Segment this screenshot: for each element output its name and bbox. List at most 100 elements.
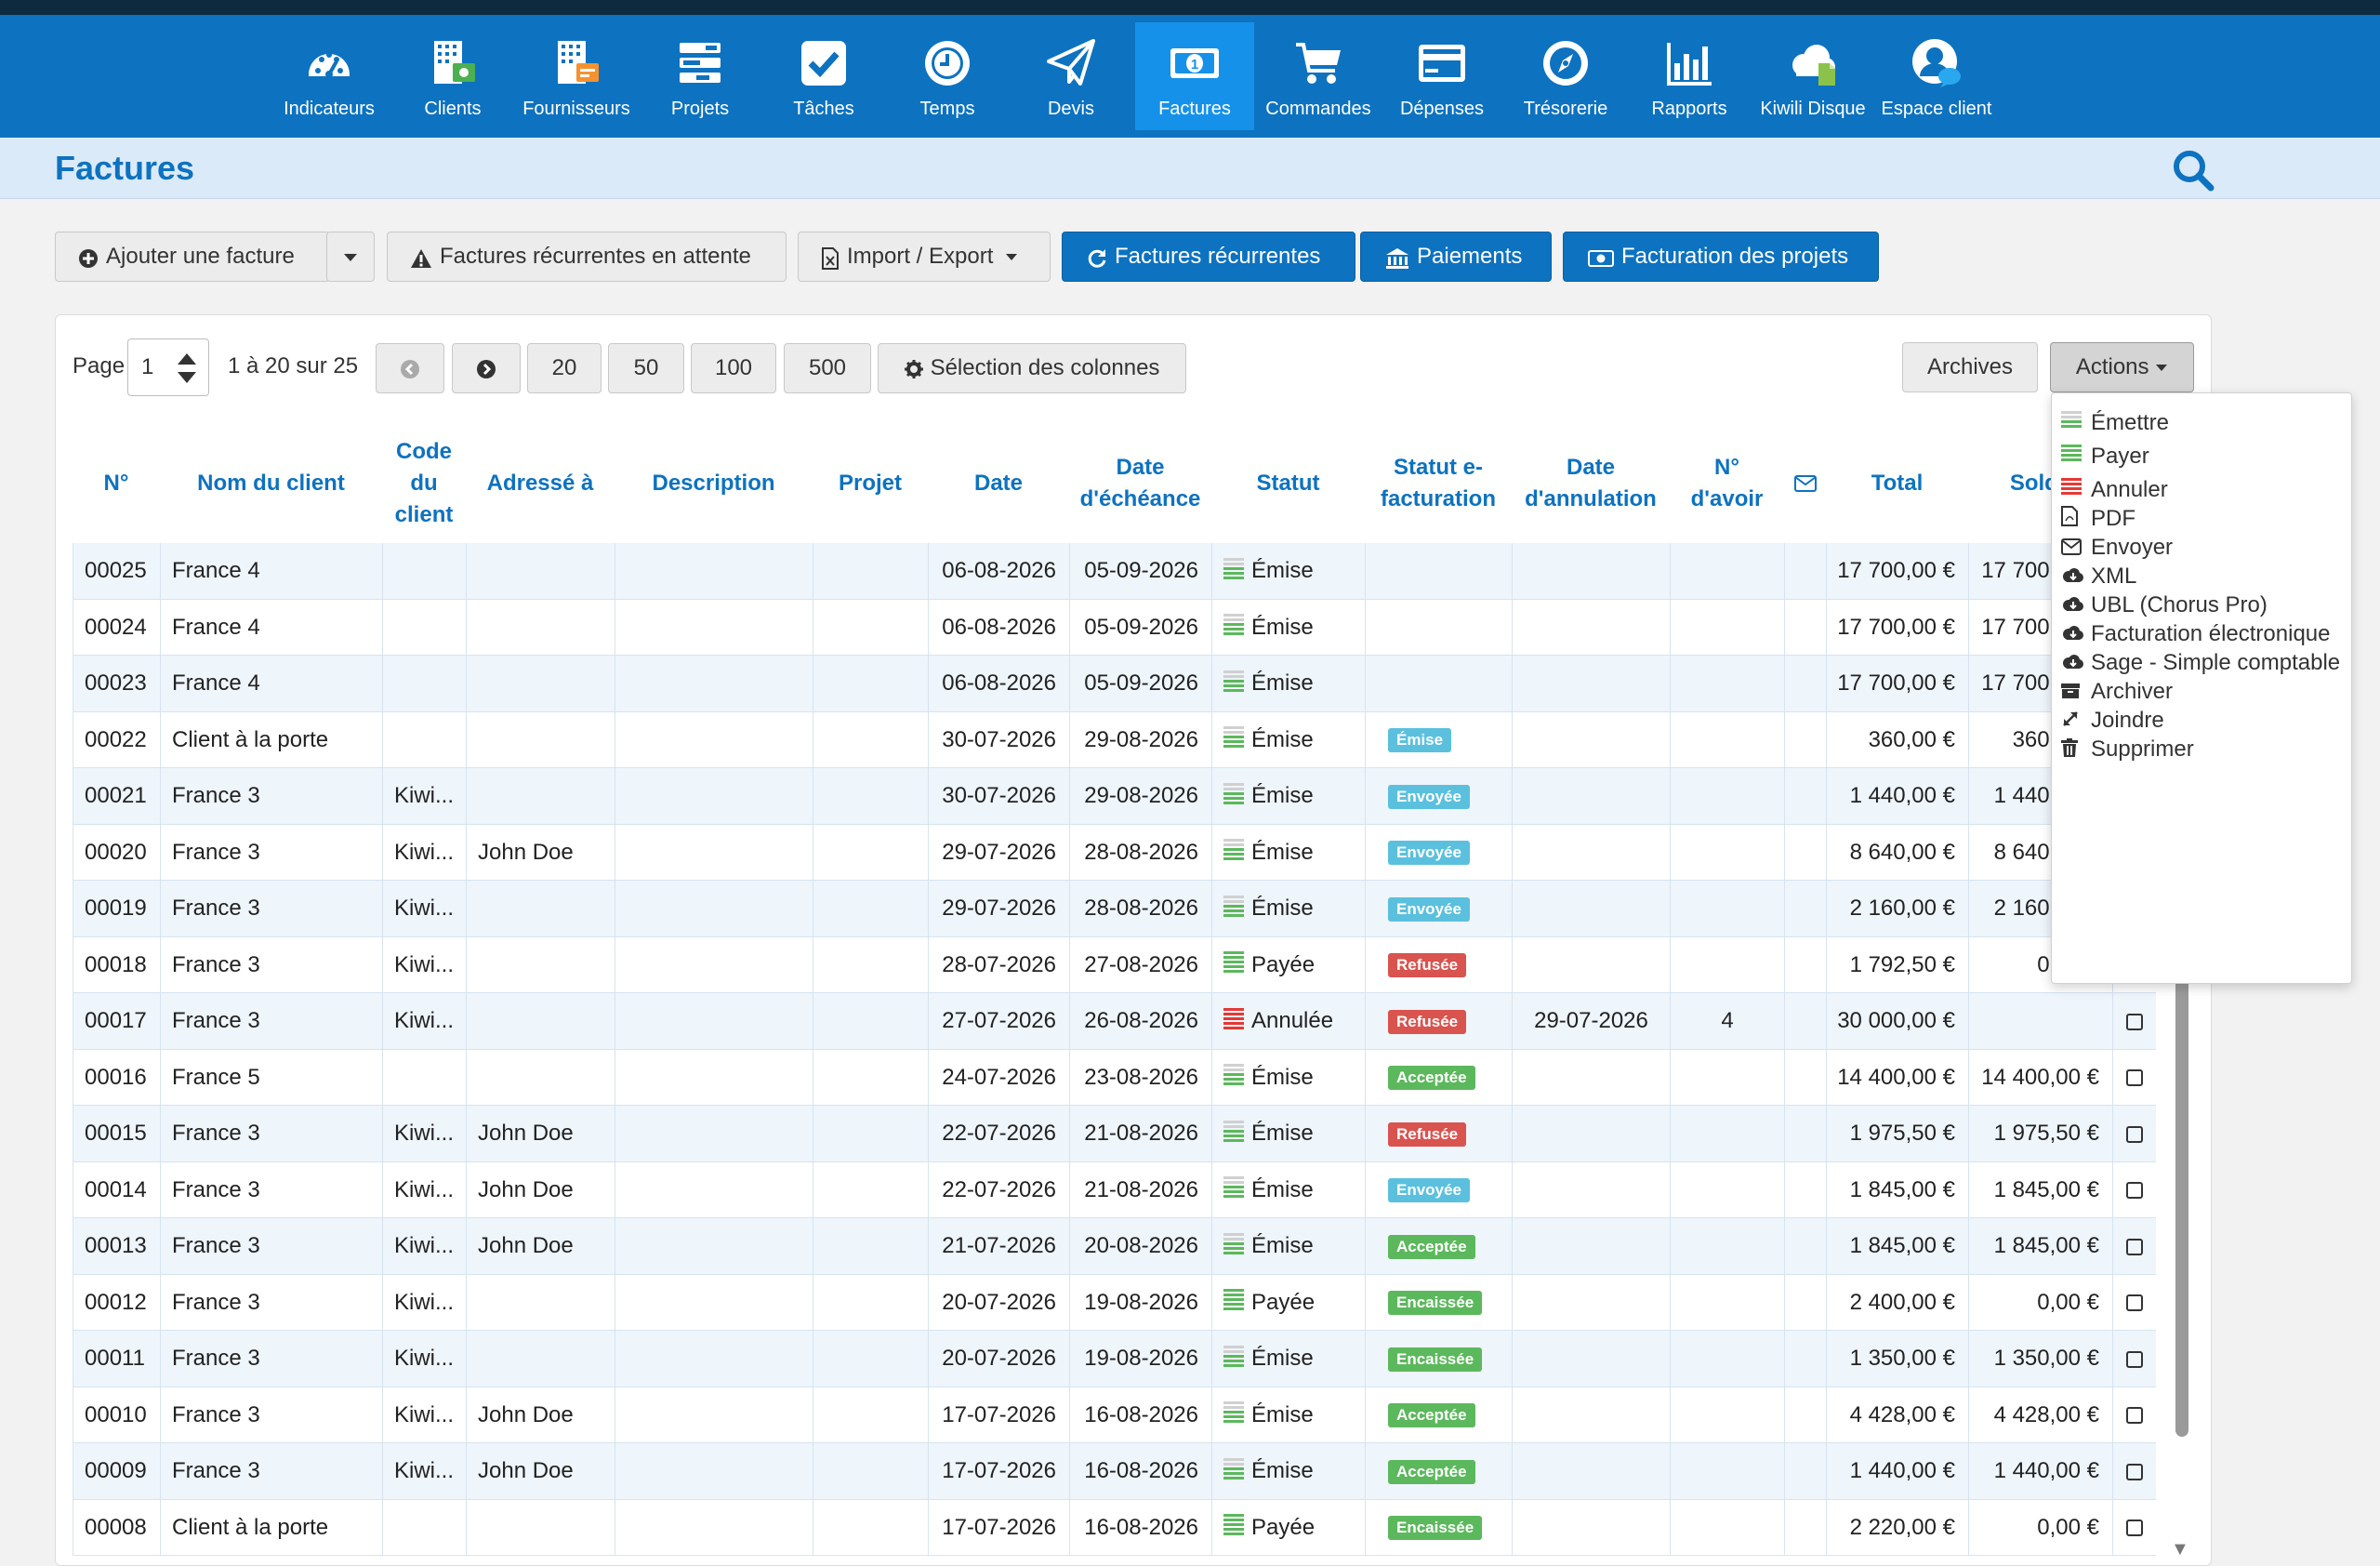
- cell-cancel-date: [1512, 936, 1670, 993]
- row-checkbox[interactable]: [2126, 1069, 2143, 1087]
- table-row[interactable]: 00015 France 3 Kiwi... John Doe 22-07-2026 21…: [73, 1106, 2156, 1162]
- column-selection-button[interactable]: Sélection des colonnes: [878, 343, 1186, 393]
- table-row[interactable]: 00016 France 5 24-07-2026 23-08-2026 Émise Ac…: [73, 1049, 2156, 1106]
- table-row[interactable]: 00018 France 3 Kiwi... 28-07-2026 27-08-2026…: [73, 936, 2156, 993]
- prev-page-button[interactable]: [376, 343, 444, 393]
- cell-select[interactable]: [2112, 1049, 2156, 1106]
- table-row[interactable]: 00009 France 3 Kiwi... John Doe 17-07-2026 16…: [73, 1443, 2156, 1500]
- row-checkbox[interactable]: [2126, 1125, 2143, 1143]
- table-row[interactable]: 00023 France 4 06-08-2026 05-09-2026 Émise 17…: [73, 656, 2156, 712]
- nav-rapports[interactable]: Rapports: [1630, 22, 1749, 130]
- page-stepper-icon[interactable]: [175, 350, 199, 387]
- table-row[interactable]: 00022 Client à la porte 30-07-2026 29-08-20…: [73, 711, 2156, 768]
- scroll-down-arrow-icon[interactable]: ▼: [2171, 1539, 2189, 1560]
- table-row[interactable]: 00025 France 4 06-08-2026 05-09-2026 Émise 17…: [73, 543, 2156, 600]
- nav-clients[interactable]: Clients: [393, 22, 512, 130]
- next-page-button[interactable]: [452, 343, 521, 393]
- cell-date: 17-07-2026: [928, 1499, 1069, 1556]
- nav-fournisseurs[interactable]: Fournisseurs: [517, 22, 636, 130]
- recurring-invoices-button[interactable]: Factures récurrentes: [1062, 232, 1355, 282]
- cell-select[interactable]: [2112, 1443, 2156, 1500]
- cell-select[interactable]: [2112, 1161, 2156, 1218]
- table-row[interactable]: 00021 France 3 Kiwi... 30-07-2026 29-08-2026…: [73, 768, 2156, 825]
- cell-description: [615, 1161, 813, 1218]
- nav-temps[interactable]: Temps: [888, 22, 1007, 130]
- nav-factures[interactable]: 1 Factures: [1135, 22, 1254, 130]
- col-header-client[interactable]: Nom du client: [160, 428, 382, 539]
- table-row[interactable]: 00013 France 3 Kiwi... John Doe 21-07-2026 20…: [73, 1218, 2156, 1275]
- col-header-status[interactable]: Statut: [1211, 428, 1365, 539]
- col-header-project[interactable]: Projet: [813, 428, 928, 539]
- nav-taches[interactable]: Tâches: [764, 22, 883, 130]
- cell-select[interactable]: [2112, 1331, 2156, 1387]
- table-row[interactable]: 00014 France 3 Kiwi... John Doe 22-07-2026 21…: [73, 1161, 2156, 1218]
- table-row[interactable]: 00020 France 3 Kiwi... John Doe 29-07-2026 28…: [73, 824, 2156, 881]
- nav-commandes[interactable]: Commandes: [1259, 22, 1378, 130]
- cell-date: 21-07-2026: [928, 1218, 1069, 1275]
- table-row[interactable]: 00017 France 3 Kiwi... 27-07-2026 26-08-2026…: [73, 993, 2156, 1050]
- col-header-date[interactable]: Date: [928, 428, 1069, 539]
- row-checkbox[interactable]: [2126, 1013, 2143, 1030]
- cell-select[interactable]: [2112, 1499, 2156, 1556]
- table-row[interactable]: 00019 France 3 Kiwi... 29-07-2026 28-08-2026…: [73, 881, 2156, 937]
- row-checkbox[interactable]: [2126, 1294, 2143, 1312]
- import-export-button[interactable]: Import / Export: [798, 232, 1051, 282]
- col-header-description[interactable]: Description: [615, 428, 813, 539]
- row-checkbox[interactable]: [2126, 1182, 2143, 1200]
- col-header-cancel-date[interactable]: Date d'annulation: [1512, 428, 1670, 539]
- cell-addressed-to: John Doe: [466, 1161, 615, 1218]
- nav-projets[interactable]: Projets: [641, 22, 760, 130]
- page-size-50-button[interactable]: 50: [608, 343, 684, 393]
- table-row[interactable]: 00012 France 3 Kiwi... 20-07-2026 19-08-2026…: [73, 1274, 2156, 1331]
- cell-e-invoicing-status: Encaissée: [1365, 1499, 1512, 1556]
- payments-button[interactable]: Paiements: [1360, 232, 1552, 282]
- page-size-100-button[interactable]: 100: [691, 343, 776, 393]
- cell-description: [615, 936, 813, 993]
- col-header-e-invoicing-status[interactable]: Statut e-facturation: [1365, 428, 1512, 539]
- col-header-total[interactable]: Total: [1826, 428, 1968, 539]
- cell-status: Émise: [1211, 1049, 1365, 1106]
- nav-devis[interactable]: Devis: [1012, 22, 1130, 130]
- pending-recurring-invoices-button[interactable]: Factures récurrentes en attente: [387, 232, 787, 282]
- cell-select[interactable]: [2112, 1218, 2156, 1275]
- actions-dropdown-button[interactable]: Actions: [2050, 342, 2194, 392]
- col-header-credit-number[interactable]: N° d'avoir: [1670, 428, 1784, 539]
- table-row[interactable]: 00010 France 3 Kiwi... John Doe 17-07-2026 16…: [73, 1387, 2156, 1443]
- cell-number: 00014: [73, 1161, 160, 1218]
- cell-date: 29-07-2026: [928, 881, 1069, 937]
- nav-kiwili-disque[interactable]: Kiwili Disque: [1753, 22, 1872, 130]
- add-invoice-button[interactable]: Ajouter une facture: [55, 232, 330, 282]
- nav-depenses[interactable]: Dépenses: [1382, 22, 1501, 130]
- nav-indicateurs[interactable]: Indicateurs: [270, 22, 389, 130]
- col-header-client-code[interactable]: Code du client: [382, 428, 466, 539]
- cell-select[interactable]: [2112, 1274, 2156, 1331]
- envelope-icon[interactable]: [1784, 428, 1826, 539]
- nav-tresorerie[interactable]: Trésorerie: [1506, 22, 1625, 130]
- add-invoice-dropdown-button[interactable]: [326, 232, 375, 282]
- table-row[interactable]: 00011 France 3 Kiwi... 20-07-2026 19-08-2026…: [73, 1331, 2156, 1387]
- search-icon[interactable]: [2172, 149, 2215, 192]
- col-header-due-date[interactable]: Date d'échéance: [1069, 428, 1211, 539]
- archives-button[interactable]: Archives: [1902, 342, 2038, 392]
- page-size-500-button[interactable]: 500: [784, 343, 871, 393]
- row-checkbox[interactable]: [2126, 1463, 2143, 1480]
- page-size-20-button[interactable]: 20: [527, 343, 602, 393]
- cell-select[interactable]: [2112, 993, 2156, 1050]
- col-header-number[interactable]: N°: [73, 428, 160, 539]
- project-billing-button[interactable]: Facturation des projets: [1563, 232, 1879, 282]
- row-checkbox[interactable]: [2126, 1350, 2143, 1368]
- nav-espace-client[interactable]: Espace client: [1877, 22, 1996, 130]
- cell-credit-number: [1670, 1331, 1784, 1387]
- menu-item-supprimer[interactable]: Supprimer: [2061, 727, 2194, 772]
- table-row[interactable]: 00024 France 4 06-08-2026 05-09-2026 Émise 17…: [73, 599, 2156, 656]
- cell-number: 00019: [73, 881, 160, 937]
- table-row[interactable]: 00008 Client à la porte 17-07-2026 16-08-20…: [73, 1499, 2156, 1556]
- cell-select[interactable]: [2112, 1106, 2156, 1162]
- row-checkbox[interactable]: [2126, 1407, 2143, 1425]
- cell-client-name: France 3: [160, 768, 382, 825]
- table-scrollbar-thumb[interactable]: [2175, 967, 2188, 1437]
- cell-select[interactable]: [2112, 1387, 2156, 1443]
- row-checkbox[interactable]: [2126, 1520, 2143, 1537]
- row-checkbox[interactable]: [2126, 1238, 2143, 1255]
- col-header-addressed-to[interactable]: Adressé à: [466, 428, 615, 539]
